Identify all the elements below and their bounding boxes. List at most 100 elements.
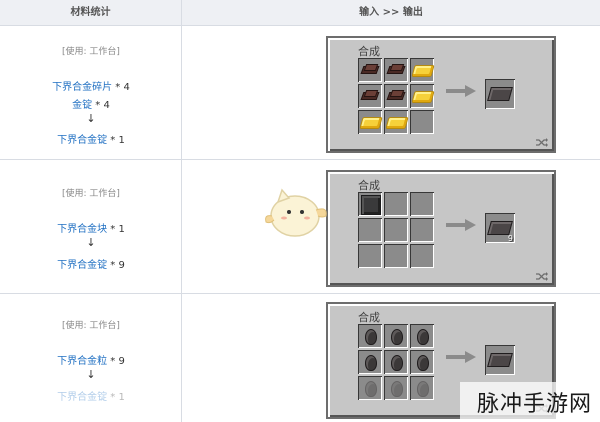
nugget-icon xyxy=(365,355,377,371)
right-arrow-icon xyxy=(446,351,476,363)
panel-title: 合成 xyxy=(358,45,380,58)
crafting-slot[interactable] xyxy=(384,376,408,400)
crafting-slot[interactable] xyxy=(358,110,383,134)
item-link[interactable]: 下界合金粒 xyxy=(57,356,107,367)
crafting-slot[interactable] xyxy=(384,192,408,216)
item-link[interactable]: 下界合金锭 xyxy=(57,392,107,403)
crafting-slot[interactable] xyxy=(358,84,382,108)
down-arrow: ↓ xyxy=(86,236,96,249)
block-icon xyxy=(361,195,381,215)
shuffle-icon[interactable] xyxy=(536,272,548,281)
materials-cell: [使用: 工作台] 下界合金块 * 1 ↓ 下界合金锭 * 9 xyxy=(0,160,182,293)
nugget-icon xyxy=(417,355,429,371)
header-input-output: 输入 >> 输出 xyxy=(359,7,423,18)
nugget-icon xyxy=(391,381,403,397)
header-materials: 材料统计 xyxy=(0,0,182,25)
material-line: 下界合金粒 * 9 xyxy=(0,352,182,367)
nugget-icon xyxy=(417,381,429,397)
item-link[interactable]: 下界合金碎片 xyxy=(52,82,112,93)
crafting-slot[interactable] xyxy=(358,324,382,348)
crafting-slot[interactable] xyxy=(358,192,382,216)
item-qty: * 9 xyxy=(107,356,125,367)
material-line: 下界合金块 * 1 xyxy=(0,220,182,235)
output-slot[interactable] xyxy=(485,79,515,109)
table-header: 材料统计 输入 >> 输出 xyxy=(0,0,600,26)
crafting-slot[interactable] xyxy=(384,324,408,348)
right-arrow-icon xyxy=(446,219,476,231)
crafting-slot[interactable] xyxy=(384,84,408,108)
crafting-slot[interactable] xyxy=(410,244,434,268)
material-line: 金锭 * 4 xyxy=(0,96,182,111)
table-row: [使用: 工作台] 下界合金碎片 * 4 金锭 * 4 ↓ 下界合金锭 * 1 … xyxy=(0,26,600,160)
result-line: 下界合金锭 * 9 xyxy=(0,256,182,271)
item-qty: * 1 xyxy=(107,135,125,146)
crafting-slot[interactable] xyxy=(384,218,408,242)
crafting-slot[interactable] xyxy=(384,110,409,134)
crafting-slot[interactable] xyxy=(410,324,434,348)
output-slot[interactable] xyxy=(485,345,515,375)
mascot-icon xyxy=(262,180,332,242)
item-link[interactable]: 下界合金锭 xyxy=(57,260,107,271)
crafting-slot[interactable] xyxy=(358,218,382,242)
panel-title: 合成 xyxy=(358,179,380,192)
scrap-icon xyxy=(388,64,404,75)
gold-icon xyxy=(359,117,383,129)
crafting-slot[interactable] xyxy=(410,84,435,108)
use-label: [使用: 工作台] xyxy=(62,189,120,199)
crafting-slot[interactable] xyxy=(410,110,434,134)
crafting-panel: 合成 9 xyxy=(326,170,556,287)
nugget-icon xyxy=(365,329,377,345)
item-qty: * 1 xyxy=(107,224,125,235)
ingot-icon xyxy=(487,221,513,235)
result-line: 下界合金锭 * 1 xyxy=(0,388,182,403)
crafting-slot[interactable] xyxy=(358,376,382,400)
down-arrow: ↓ xyxy=(86,368,96,381)
nugget-icon xyxy=(417,329,429,345)
item-qty: * 4 xyxy=(92,100,110,111)
crafting-slot[interactable] xyxy=(410,218,434,242)
nugget-icon xyxy=(391,329,403,345)
scrap-icon xyxy=(362,64,378,75)
item-qty: * 9 xyxy=(107,260,125,271)
gold-icon xyxy=(411,65,435,77)
right-arrow-icon xyxy=(446,85,476,97)
nugget-icon xyxy=(365,381,377,397)
watermark-text: 脉冲手游网 xyxy=(476,392,592,417)
gold-icon xyxy=(411,91,435,103)
crafting-slot[interactable] xyxy=(358,350,382,374)
result-line: 下界合金锭 * 1 xyxy=(0,131,182,146)
item-qty: * 4 xyxy=(112,82,130,93)
crafting-slot[interactable] xyxy=(410,376,434,400)
materials-cell: [使用: 工作台] 下界合金粒 * 9 ↓ 下界合金锭 * 1 xyxy=(0,294,182,422)
crafting-slot[interactable] xyxy=(358,58,382,82)
item-link[interactable]: 金锭 xyxy=(72,100,92,111)
crafting-slot[interactable] xyxy=(358,244,382,268)
gold-icon xyxy=(385,117,409,129)
crafting-slot[interactable] xyxy=(410,192,434,216)
shuffle-icon[interactable] xyxy=(536,138,548,147)
down-arrow: ↓ xyxy=(86,112,96,125)
ingot-icon xyxy=(487,353,513,367)
ingot-icon xyxy=(487,87,513,101)
crafting-grid xyxy=(358,58,436,136)
watermark: 脉冲手游网 xyxy=(460,382,600,422)
output-quantity: 9 xyxy=(507,234,513,243)
materials-cell: [使用: 工作台] 下界合金碎片 * 4 金锭 * 4 ↓ 下界合金锭 * 1 xyxy=(0,26,182,159)
crafting-panel: 合成 xyxy=(326,36,556,153)
scrap-icon xyxy=(388,90,404,101)
material-line: 下界合金碎片 * 4 xyxy=(0,78,182,93)
crafting-slot[interactable] xyxy=(410,58,435,82)
use-label: [使用: 工作台] xyxy=(62,47,120,57)
item-link[interactable]: 下界合金锭 xyxy=(57,135,107,146)
item-link[interactable]: 下界合金块 xyxy=(57,224,107,235)
crafting-slot[interactable] xyxy=(384,58,408,82)
item-qty: * 1 xyxy=(107,392,125,403)
crafting-slot[interactable] xyxy=(410,350,434,374)
crafting-slot[interactable] xyxy=(384,350,408,374)
nugget-icon xyxy=(391,355,403,371)
panel-title: 合成 xyxy=(358,311,380,324)
crafting-grid xyxy=(358,324,436,402)
output-slot[interactable]: 9 xyxy=(485,213,515,243)
use-label: [使用: 工作台] xyxy=(62,321,120,331)
crafting-slot[interactable] xyxy=(384,244,408,268)
